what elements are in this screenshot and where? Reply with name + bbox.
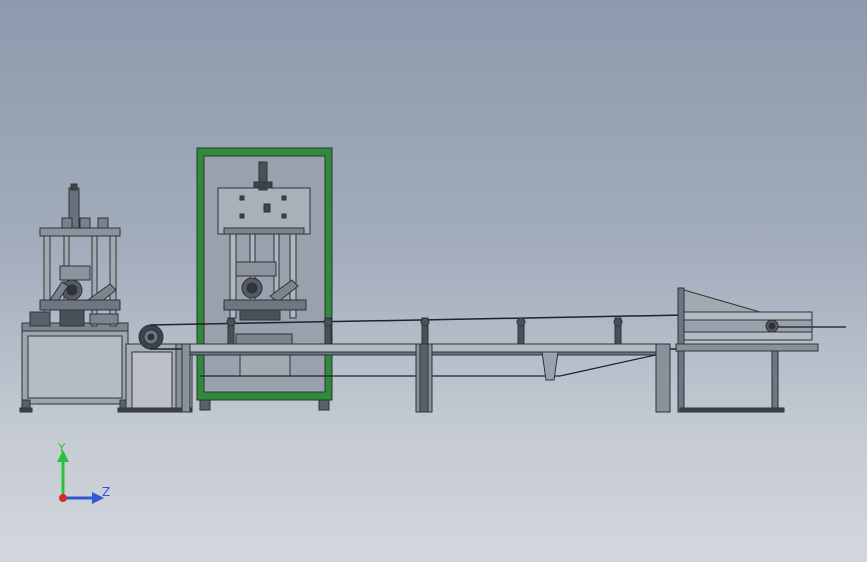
enclosed-cabinet-machine	[196, 147, 333, 411]
y-axis-label: Y	[57, 441, 66, 455]
discharge-rack	[675, 287, 846, 413]
cad-viewport[interactable]: Y Z	[0, 0, 867, 562]
z-axis-label: Z	[102, 485, 110, 499]
winding-machine-left	[19, 183, 131, 413]
x-axis-origin-icon	[59, 494, 67, 502]
coordinate-triad: Y Z	[57, 441, 110, 504]
